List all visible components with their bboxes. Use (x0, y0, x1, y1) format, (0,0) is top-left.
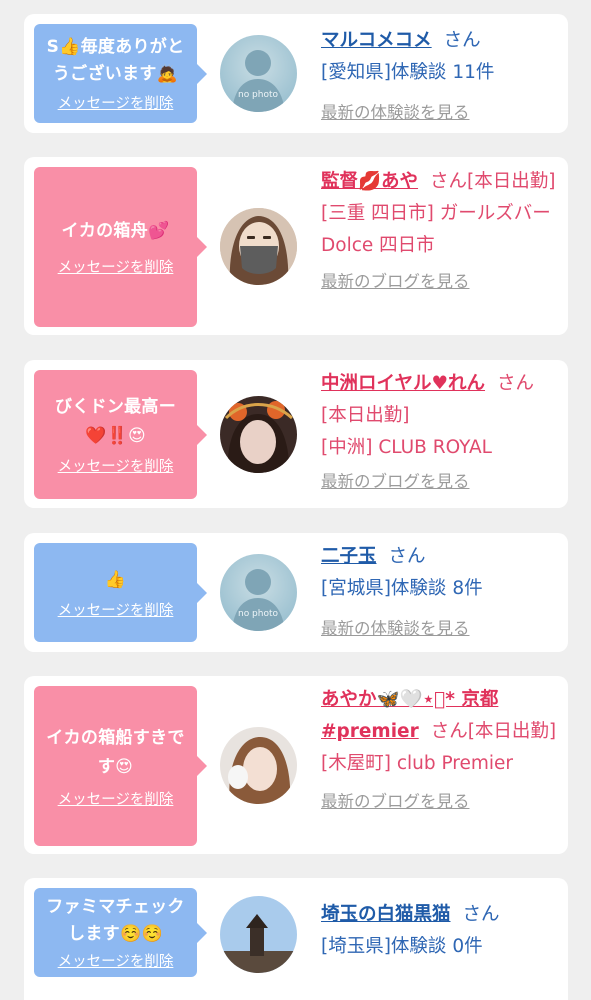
message-bubble: ファミマチェックします☺️☺️ メッセージを削除 (34, 888, 207, 977)
honorific-status: さん[本日出勤] (430, 171, 556, 192)
message-text: S👍毎度ありがとうございます🙇 (46, 37, 185, 84)
reviewer-info: 埼玉の白猫黒猫 さん [埼玉県]体験談 0件 (321, 899, 561, 963)
user-photo (220, 727, 297, 804)
delete-message-link[interactable]: メッセージを削除 (58, 92, 174, 113)
no-photo-silhouette-icon: no photo (232, 50, 285, 112)
review-count: [宮城県]体験談 8件 (321, 578, 483, 599)
blogger-name-link[interactable]: 監督💋あや (321, 171, 418, 192)
avatar[interactable] (220, 896, 297, 973)
message-card: イカの箱船すきです😍 メッセージを削除 あやか🦋🤍⋆͛* 京都 #premier… (24, 676, 568, 854)
message-text: ファミマチェックします☺️☺️ (46, 897, 185, 944)
message-bubble: 👍 メッセージを削除 (34, 543, 207, 642)
honorific: さん (497, 373, 535, 394)
honorific: さん (462, 904, 500, 925)
message-card: びくドン最高ー❤️‼️😍 メッセージを削除 中洲ロイヤル♥れん さん [本日出勤]… (24, 360, 568, 508)
message-bubble: S👍毎度ありがとうございます🙇 メッセージを削除 (34, 24, 207, 123)
honorific: さん (443, 30, 481, 51)
delete-message-link[interactable]: メッセージを削除 (58, 256, 174, 277)
delete-message-link[interactable]: メッセージを削除 (58, 950, 174, 971)
reviewer-info: 二子玉 さん [宮城県]体験談 8件 最新の体験談を見る (321, 541, 561, 645)
blogger-info: 中洲ロイヤル♥れん さん [本日出勤] [中洲] CLUB ROYAL 最新のブロ… (321, 368, 561, 498)
delete-message-link[interactable]: メッセージを削除 (58, 599, 174, 620)
honorific: さん (388, 546, 426, 567)
honorific-status: さん[本日出勤] (430, 721, 557, 742)
user-photo (220, 896, 297, 973)
message-card: ファミマチェックします☺️☺️ メッセージを削除 埼玉の白猫黒猫 さん [埼玉県]… (24, 878, 568, 1000)
delete-message-link[interactable]: メッセージを削除 (58, 788, 174, 809)
latest-review-link[interactable]: 最新の体験談を見る (321, 97, 470, 129)
blogger-info: あやか🦋🤍⋆͛* 京都 #premier さん[本日出勤] [木屋町] club … (321, 684, 561, 818)
latest-review-link[interactable]: 最新の体験談を見る (321, 613, 470, 645)
no-photo-label: no photo (238, 90, 279, 100)
work-status: [本日出勤] (321, 405, 410, 426)
message-text: びくドン最高ー❤️‼️😍 (54, 397, 177, 446)
latest-blog-link[interactable]: 最新のブログを見る (321, 266, 470, 298)
user-photo (220, 208, 297, 285)
message-text: イカの箱船すきです😍 (46, 727, 185, 777)
avatar[interactable]: no photo (220, 554, 297, 631)
message-text: イカの箱舟💕 (61, 221, 170, 241)
shop-info: [中洲] CLUB ROYAL (321, 437, 492, 458)
no-photo-label: no photo (238, 609, 279, 619)
user-photo (220, 396, 297, 473)
delete-message-link[interactable]: メッセージを削除 (58, 455, 174, 476)
blogger-info: 監督💋あや さん[本日出勤] [三重 四日市] ガールズバー Dolce 四日市 … (321, 166, 561, 298)
message-card: 👍 メッセージを削除 no photo 二子玉 さん [宮城県]体験談 8件 最新… (24, 533, 568, 652)
blogger-name-link[interactable]: 中洲ロイヤル♥れん (321, 373, 485, 394)
latest-blog-link[interactable]: 最新のブログを見る (321, 786, 470, 818)
message-text: 👍 (104, 569, 127, 590)
avatar[interactable] (220, 727, 297, 804)
avatar[interactable] (220, 208, 297, 285)
latest-blog-link[interactable]: 最新のブログを見る (321, 466, 470, 498)
avatar[interactable]: no photo (220, 35, 297, 112)
message-card: S👍毎度ありがとうございます🙇 メッセージを削除 no photo マルコメコメ… (24, 14, 568, 133)
reviewer-info: マルコメコメ さん [愛知県]体験談 11件 最新の体験談を見る (321, 25, 561, 129)
message-card: イカの箱舟💕 メッセージを削除 監督💋あや さん[本日出勤] [三重 四日市] ガ… (24, 157, 568, 335)
message-bubble: びくドン最高ー❤️‼️😍 メッセージを削除 (34, 370, 207, 499)
shop-info: [木屋町] club Premier (321, 753, 514, 774)
message-bubble: イカの箱舟💕 メッセージを削除 (34, 167, 207, 327)
avatar[interactable] (220, 396, 297, 473)
no-photo-silhouette-icon: no photo (232, 569, 285, 631)
review-count: [愛知県]体験談 11件 (321, 62, 495, 83)
review-count: [埼玉県]体験談 0件 (321, 936, 483, 957)
message-bubble: イカの箱船すきです😍 メッセージを削除 (34, 686, 207, 846)
reviewer-name-link[interactable]: 埼玉の白猫黒猫 (321, 904, 451, 925)
reviewer-name-link[interactable]: 二子玉 (321, 546, 377, 567)
reviewer-name-link[interactable]: マルコメコメ (321, 30, 432, 51)
shop-info: [三重 四日市] ガールズバー Dolce 四日市 (321, 203, 551, 256)
